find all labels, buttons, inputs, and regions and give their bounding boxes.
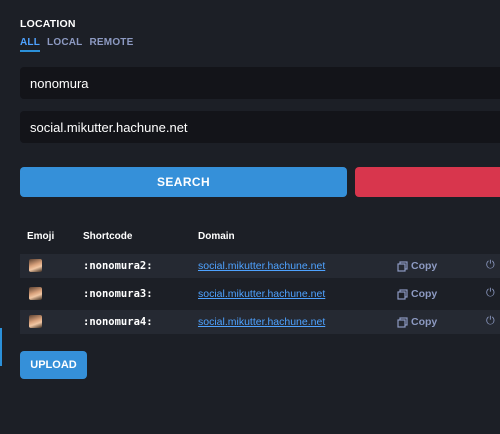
copy-icon — [397, 288, 408, 300]
power-icon[interactable]: ⏻ — [486, 315, 495, 328]
column-header-emoji: Emoji — [27, 231, 55, 242]
upload-button[interactable]: UPLOAD — [20, 351, 87, 379]
location-label: LOCATION — [20, 18, 76, 30]
emoji-shortcode: :nonomura3: — [83, 288, 153, 300]
copy-button[interactable]: Copy — [397, 260, 437, 272]
emoji-shortcode: :nonomura4: — [83, 316, 153, 328]
column-header-domain: Domain — [198, 231, 235, 242]
power-icon[interactable]: ⏻ — [486, 259, 495, 272]
domain-link[interactable]: social.mikutter.hachune.net — [198, 288, 325, 300]
copy-icon — [397, 260, 408, 272]
power-icon[interactable]: ⏻ — [486, 287, 495, 300]
filter-local[interactable]: LOCAL — [47, 37, 82, 52]
danger-button[interactable] — [355, 167, 500, 197]
copy-icon — [397, 316, 408, 328]
emoji-image — [29, 287, 42, 300]
copy-button[interactable]: Copy — [397, 316, 437, 328]
domain-link[interactable]: social.mikutter.hachune.net — [198, 316, 325, 328]
emoji-image — [29, 315, 42, 328]
scroll-indicator — [0, 328, 2, 366]
shortcode-search-input[interactable]: nonomura — [20, 67, 500, 99]
table-row: :nonomura2: social.mikutter.hachune.net … — [20, 254, 500, 278]
domain-search-input[interactable]: social.mikutter.hachune.net — [20, 111, 500, 143]
copy-label: Copy — [411, 316, 438, 328]
copy-label: Copy — [411, 288, 438, 300]
column-header-shortcode: Shortcode — [83, 231, 133, 242]
location-filters: ALL LOCAL REMOTE — [20, 37, 133, 52]
emoji-image — [29, 259, 42, 272]
table-row: :nonomura4: social.mikutter.hachune.net … — [20, 310, 500, 334]
table-row: :nonomura3: social.mikutter.hachune.net … — [20, 282, 500, 306]
domain-link[interactable]: social.mikutter.hachune.net — [198, 260, 325, 272]
filter-remote[interactable]: REMOTE — [90, 37, 134, 52]
copy-label: Copy — [411, 260, 438, 272]
emoji-shortcode: :nonomura2: — [83, 260, 153, 272]
search-button[interactable]: SEARCH — [20, 167, 347, 197]
copy-button[interactable]: Copy — [397, 288, 437, 300]
filter-all[interactable]: ALL — [20, 37, 41, 52]
